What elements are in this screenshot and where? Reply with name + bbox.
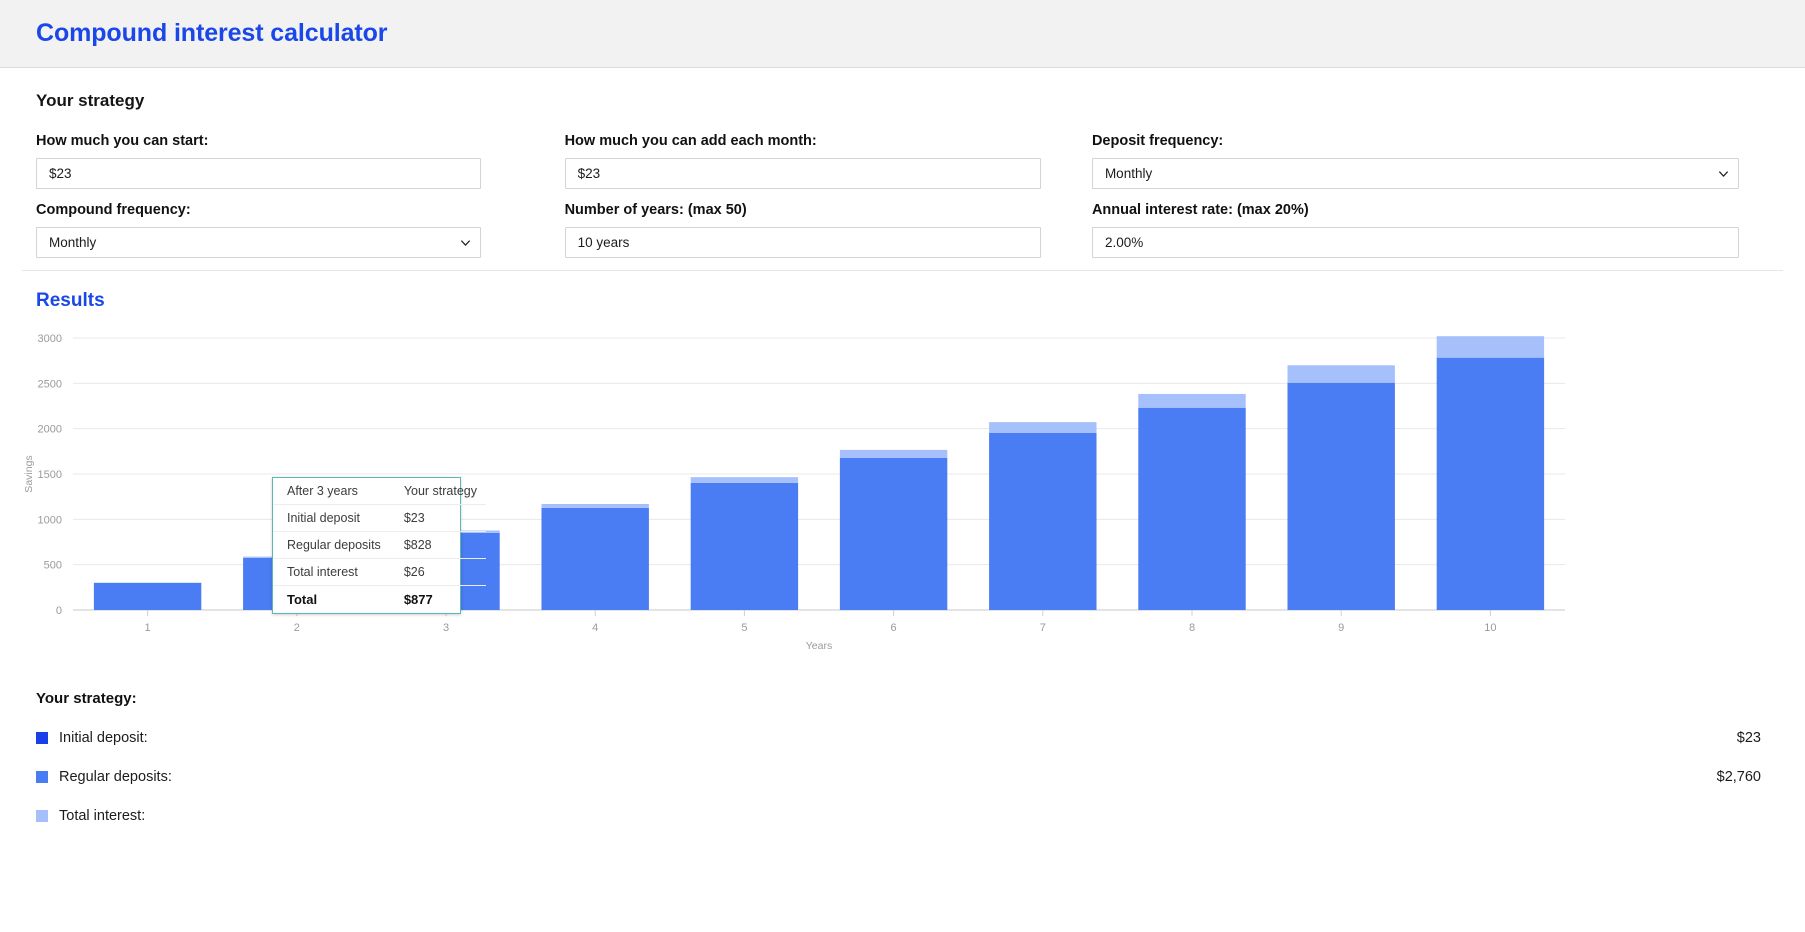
tooltip-row-value: $26 (389, 558, 487, 586)
field-label-monthly-amount: How much you can add each month: (564, 133, 817, 149)
svg-text:2500: 2500 (38, 378, 62, 390)
svg-text:3000: 3000 (38, 333, 62, 345)
monthly-amount-input[interactable] (577, 159, 1028, 188)
tooltip-row: Initial deposit $23 (273, 504, 487, 532)
tooltip-total-value: $877 (403, 592, 433, 607)
summary-item-total-interest: Total interest: (36, 808, 1783, 824)
svg-text:8: 8 (1189, 622, 1195, 634)
savings-chart-svg: 0 500 1000 1500 2000 2500 3000 Savings 1 2 3 4 5 6 7 8 9… (23, 333, 1565, 652)
interest-rate-input[interactable] (1104, 228, 1726, 257)
summary-item-label: Regular deposits: (59, 769, 172, 785)
field-deposit-frequency: Deposit frequency: Monthly (1091, 133, 1783, 189)
legend-swatch-icon (36, 732, 48, 744)
deposit-frequency-value: Monthly (1104, 166, 1153, 181)
strategy-section: Your strategy How much you can start: Ho… (0, 91, 1805, 258)
number-of-years-input-wrap[interactable] (564, 227, 1041, 258)
svg-text:1000: 1000 (38, 514, 62, 526)
tooltip-total-label: Total (287, 592, 318, 607)
chevron-down-icon (1718, 168, 1729, 178)
tooltip-row-label: Total interest (273, 558, 390, 586)
summary-item-initial-deposit: Initial deposit: $23 (36, 730, 1783, 746)
field-label-interest-rate: Annual interest rate: (max 20%) (1091, 202, 1309, 218)
svg-text:10: 10 (1484, 622, 1496, 634)
deposit-frequency-select[interactable]: Monthly (1091, 158, 1739, 189)
form-row-1: How much you can start: How much you can… (22, 133, 1783, 189)
field-interest-rate: Annual interest rate: (max 20%) (1091, 202, 1783, 258)
interest-rate-input-wrap[interactable] (1091, 227, 1739, 258)
monthly-amount-input-wrap[interactable] (564, 158, 1041, 189)
compound-frequency-select[interactable]: Monthly (36, 227, 481, 258)
page-title: Compound interest calculator (36, 19, 388, 47)
summary-title: Your strategy: (36, 690, 137, 707)
svg-text:1: 1 (145, 622, 151, 634)
field-monthly-amount: How much you can add each month: (564, 133, 1092, 189)
summary-item-value: $2,760 (1716, 769, 1761, 785)
field-label-deposit-frequency: Deposit frequency: (1091, 133, 1224, 149)
results-title: Results (36, 290, 105, 311)
svg-text:500: 500 (44, 560, 62, 572)
start-amount-input[interactable] (49, 159, 468, 188)
svg-text:1500: 1500 (38, 469, 62, 481)
field-label-start-amount: How much you can start: (36, 133, 209, 149)
start-amount-input-wrap[interactable] (36, 158, 481, 189)
svg-text:2: 2 (294, 622, 300, 634)
summary-item-label: Initial deposit: (59, 730, 148, 746)
summary-item-label: Total interest: (59, 808, 146, 824)
tooltip-row-value: $23 (389, 504, 487, 532)
svg-text:5: 5 (741, 622, 747, 634)
svg-text:Savings: Savings (23, 455, 35, 492)
tooltip-row-label: Regular deposits (273, 531, 390, 559)
svg-text:4: 4 (592, 622, 598, 634)
svg-text:Years: Years (806, 640, 832, 652)
summary-item-regular-deposits: Regular deposits: $2,760 (36, 769, 1783, 785)
tooltip-period-label: After 3 years (273, 478, 390, 505)
form-row-2: Compound frequency: Monthly Number of ye… (22, 202, 1783, 258)
legend-swatch-icon (36, 771, 48, 783)
chart-tooltip: After 3 years Your strategy Initial depo… (272, 477, 487, 614)
section-divider (22, 270, 1783, 271)
tooltip-header-row: After 3 years Your strategy (273, 478, 487, 505)
compound-frequency-value: Monthly (49, 235, 97, 250)
number-of-years-input[interactable] (577, 228, 1028, 257)
chevron-down-icon (460, 237, 470, 247)
tooltip-series-label: Your strategy (389, 478, 487, 505)
tooltip-row-value: $828 (389, 531, 487, 559)
field-label-number-of-years: Number of years: (max 50) (564, 202, 747, 218)
strategy-heading: Your strategy (36, 91, 145, 110)
compound-interest-calculator-app: Compound interest calculator Your strate… (0, 0, 1805, 932)
field-compound-frequency: Compound frequency: Monthly (36, 202, 565, 258)
tooltip-row-label: Initial deposit (273, 504, 390, 532)
savings-chart: 0 500 1000 1500 2000 2500 3000 Savings 1 2 3 4 5 6 7 8 9… (0, 324, 1805, 652)
tooltip-total-row: Total $877 (273, 586, 486, 614)
field-number-of-years: Number of years: (max 50) (564, 202, 1092, 258)
svg-text:0: 0 (56, 605, 62, 617)
svg-text:7: 7 (1040, 622, 1046, 634)
tooltip-row: Regular deposits $828 (273, 531, 487, 559)
svg-text:9: 9 (1338, 622, 1344, 634)
field-start-amount: How much you can start: (36, 133, 565, 189)
tooltip-table: After 3 years Your strategy Initial depo… (273, 478, 487, 614)
field-label-compound-frequency: Compound frequency: (36, 202, 191, 218)
svg-text:3: 3 (443, 622, 449, 634)
strategy-summary: Your strategy: Initial deposit: $23 Regu… (0, 690, 1805, 824)
legend-swatch-icon (36, 810, 48, 822)
svg-text:6: 6 (891, 622, 897, 634)
summary-item-value: $23 (1736, 730, 1761, 746)
svg-text:2000: 2000 (38, 424, 62, 436)
tooltip-row: Total interest $26 (273, 558, 487, 586)
app-header: Compound interest calculator (0, 0, 1805, 68)
